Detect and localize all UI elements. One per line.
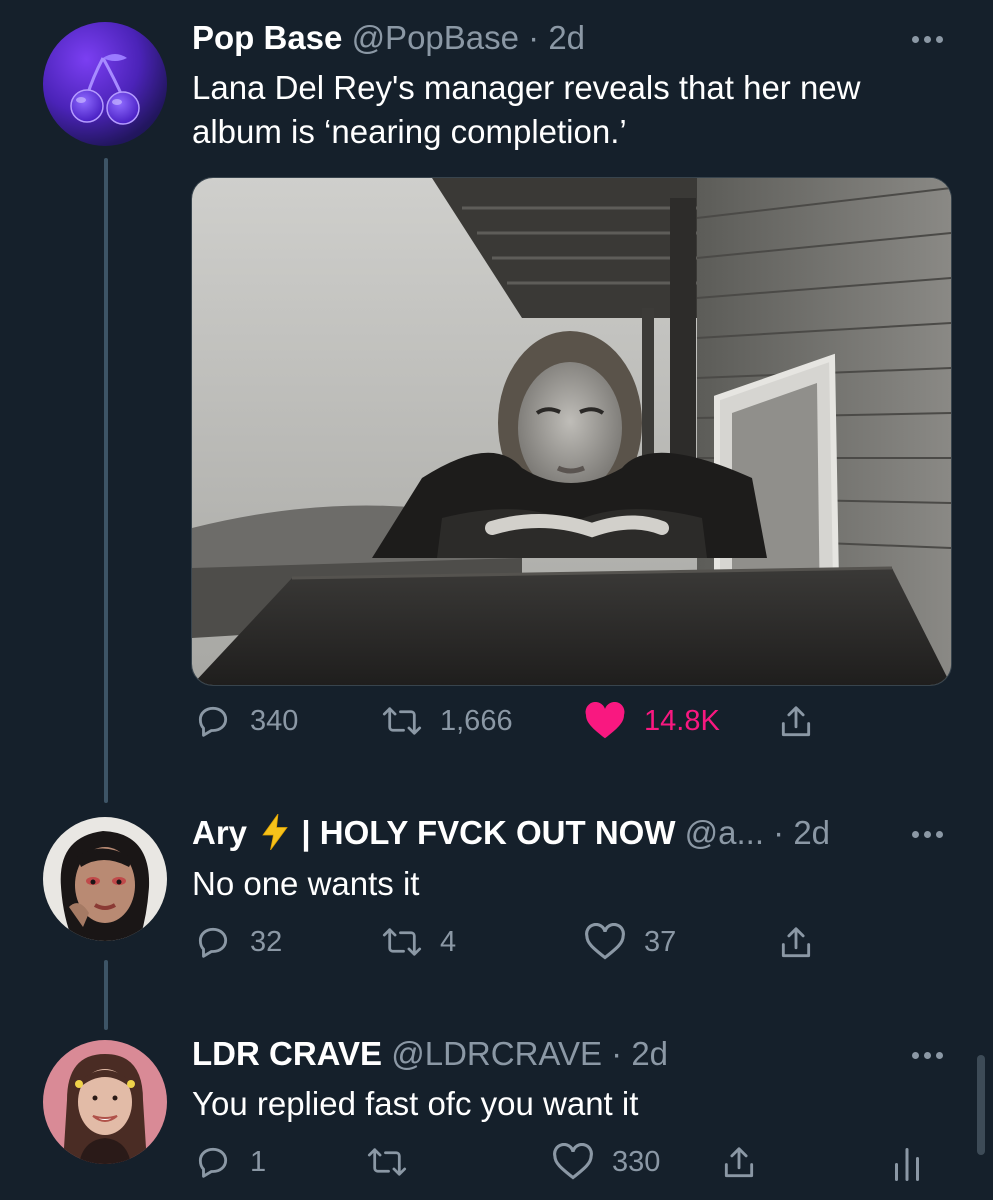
more-icon[interactable]: [912, 831, 943, 838]
reply-icon: [198, 1147, 228, 1178]
tweet-header: LDR CRAVE @LDRCRAVE · 2d: [192, 1034, 668, 1074]
display-name[interactable]: Pop Base: [192, 19, 342, 56]
retweet-count: 4: [440, 925, 457, 958]
like-count: 37: [644, 925, 677, 958]
like-button[interactable]: 14.8K: [584, 702, 720, 740]
like-count: 14.8K: [644, 704, 720, 737]
tweet-text: No one wants it: [192, 865, 420, 902]
handle[interactable]: @LDRCRAVE: [391, 1035, 602, 1072]
handle[interactable]: @a...: [685, 814, 764, 851]
retweet-icon: [367, 1148, 407, 1176]
more-icon[interactable]: [912, 1052, 943, 1059]
thread-line-2: [104, 960, 108, 1030]
display-name[interactable]: Ary | HOLY FVCK OUT NOW: [192, 812, 685, 851]
reply-count: 340: [250, 704, 299, 737]
share-button[interactable]: [720, 1143, 758, 1183]
like-button[interactable]: 330: [552, 1143, 660, 1181]
tweet-text: You replied fast ofc you want it: [192, 1085, 639, 1122]
reply-button[interactable]: 340: [194, 702, 298, 740]
timestamp[interactable]: · 2d: [611, 1035, 668, 1072]
share-icon: [781, 927, 811, 958]
reply-button[interactable]: 32: [194, 923, 282, 961]
tweet-actions: 1 330: [192, 1143, 972, 1193]
reply-icon: [198, 706, 228, 737]
tweet-actions: 340 1,666 14.8K: [192, 702, 972, 752]
timestamp[interactable]: · 2d: [528, 19, 585, 56]
avatar-image: [60, 831, 150, 941]
handle[interactable]: @PopBase: [352, 19, 519, 56]
reply-icon: [198, 927, 228, 958]
retweet-button[interactable]: 1,666: [382, 702, 513, 740]
tweet-text: Lana Del Rey's manager reveals that her …: [192, 69, 861, 150]
avatar[interactable]: [43, 817, 167, 941]
retweet-count: 1,666: [440, 704, 513, 737]
more-icon[interactable]: [912, 36, 943, 43]
retweet-icon: [382, 928, 422, 956]
reply-count: 32: [250, 925, 283, 958]
display-name[interactable]: LDR CRAVE: [192, 1035, 382, 1072]
tweet-actions: 32 4 37: [192, 923, 972, 973]
like-icon: [585, 923, 625, 960]
share-button[interactable]: [777, 702, 815, 742]
avatar[interactable]: [43, 22, 167, 146]
retweet-icon: [382, 707, 422, 735]
analytics-button[interactable]: [892, 1143, 922, 1183]
lightning-icon: [262, 812, 288, 851]
thread-line-1: [104, 158, 108, 803]
share-icon: [781, 706, 811, 737]
tweet-header: Ary | HOLY FVCK OUT NOW @a... · 2d: [192, 812, 830, 853]
tweet-photo[interactable]: [191, 177, 952, 686]
analytics-icon: [895, 1148, 919, 1181]
share-button[interactable]: [777, 923, 815, 963]
share-icon: [724, 1147, 754, 1178]
like-icon: [585, 702, 625, 739]
reply-count: 1: [250, 1145, 267, 1178]
avatar-image: [63, 1054, 147, 1164]
like-icon: [553, 1143, 593, 1180]
scrollbar[interactable]: [977, 1055, 985, 1155]
retweet-button[interactable]: [367, 1143, 425, 1181]
photo-image: [192, 178, 951, 685]
retweet-button[interactable]: 4: [382, 923, 456, 961]
timestamp[interactable]: · 2d: [773, 814, 830, 851]
tweet-header: Pop Base @PopBase · 2d: [192, 18, 585, 58]
like-count: 330: [612, 1145, 661, 1178]
avatar[interactable]: [43, 1040, 167, 1164]
like-button[interactable]: 37: [584, 923, 676, 961]
cherries-logo: [70, 54, 140, 125]
reply-button[interactable]: 1: [194, 1143, 266, 1181]
